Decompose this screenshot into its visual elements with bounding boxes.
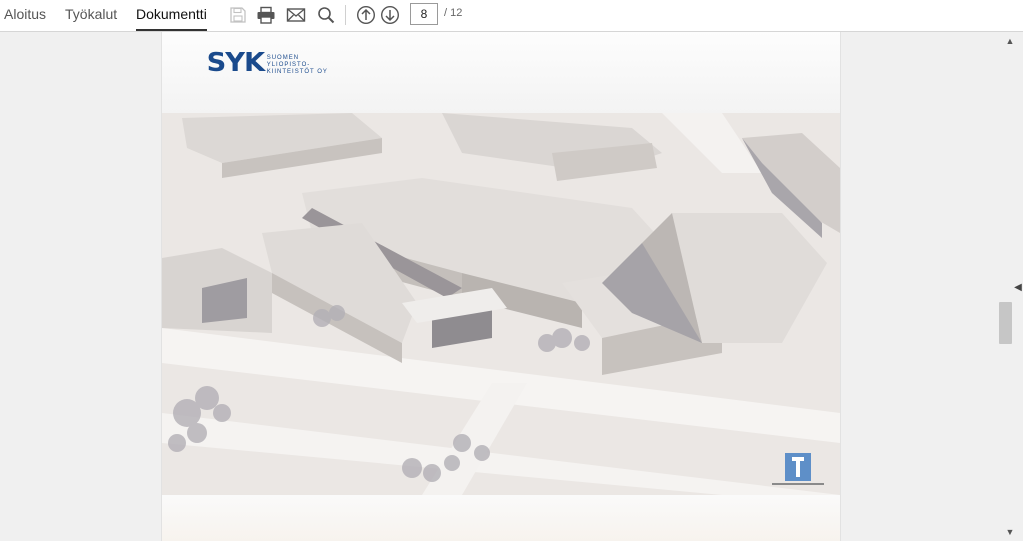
page-up-icon[interactable] <box>355 4 377 26</box>
tab-aloitus[interactable]: Aloitus <box>4 0 46 31</box>
scrollbar-thumb[interactable] <box>999 302 1012 344</box>
print-icon[interactable] <box>255 4 277 26</box>
search-icon[interactable] <box>315 4 337 26</box>
toolbar-divider <box>345 5 346 25</box>
save-icon[interactable] <box>227 4 249 26</box>
document-viewer[interactable]: SYK SUOMEN YLIOPISTO- KIINTEISTÖT OY ▲ ▼… <box>0 32 1023 541</box>
scroll-down-button[interactable]: ▼ <box>1003 525 1017 539</box>
logo-line-2: YLIOPISTO- <box>266 62 311 68</box>
toolbar: Aloitus Työkalut Dokumentti / 12 <box>0 0 1023 32</box>
page-footer-area <box>162 495 840 541</box>
scroll-up-button[interactable]: ▲ <box>1003 34 1017 48</box>
page-down-icon[interactable] <box>379 4 401 26</box>
page-number-input[interactable] <box>410 3 438 25</box>
logo-mark: SYK <box>206 48 265 78</box>
document-page: SYK SUOMEN YLIOPISTO- KIINTEISTÖT OY <box>161 32 841 541</box>
collapse-panel-icon[interactable]: ◀ <box>1013 280 1023 294</box>
logo-line-1: SUOMEN <box>266 55 300 61</box>
rendering-illustration <box>162 113 840 495</box>
page-header: SYK SUOMEN YLIOPISTO- KIINTEISTÖT OY <box>162 32 840 113</box>
tab-tyokalut[interactable]: Työkalut <box>65 0 117 31</box>
tab-dokumentti[interactable]: Dokumentti <box>136 0 207 31</box>
architectural-rendering <box>162 113 840 495</box>
mail-icon[interactable] <box>285 4 307 26</box>
page-total-label: / 12 <box>444 7 463 19</box>
logo-line-3: KIINTEISTÖT OY <box>266 69 328 75</box>
syk-logo: SYK SUOMEN YLIOPISTO- KIINTEISTÖT OY <box>206 48 328 78</box>
logo-text: SUOMEN YLIOPISTO- KIINTEISTÖT OY <box>267 55 328 76</box>
